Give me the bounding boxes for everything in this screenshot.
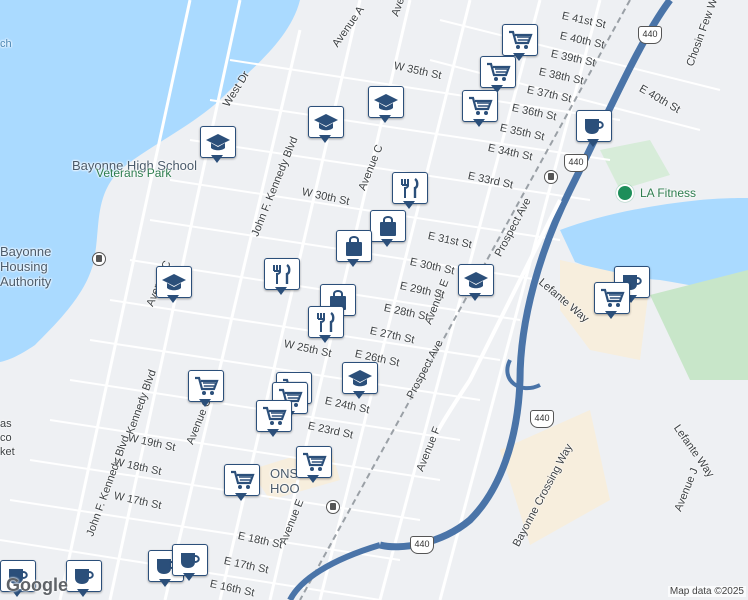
- cart-icon: [462, 90, 498, 122]
- route-440-shield: 440: [564, 154, 588, 172]
- transit-station-icon[interactable]: [544, 170, 558, 184]
- place-label-partial: ket: [0, 446, 15, 458]
- place-label-partial: co: [0, 432, 12, 444]
- fork-knife-icon: [308, 306, 344, 338]
- pin-pointer: [381, 239, 393, 247]
- pin-pointer: [587, 139, 599, 147]
- map-attribution[interactable]: Map data ©2025: [667, 586, 746, 597]
- place-label-partial: ONS: [270, 466, 299, 481]
- map-pin[interactable]: [370, 210, 406, 250]
- map-pin[interactable]: [368, 86, 404, 126]
- fork-knife-icon: [392, 172, 428, 204]
- pin-pointer: [605, 311, 617, 319]
- pin-pointer: [473, 119, 485, 127]
- place-label-housing-authority[interactable]: Bayonne Housing Authority: [0, 244, 90, 289]
- pin-pointer: [267, 429, 279, 437]
- graduation-cap-icon: [156, 266, 192, 298]
- graduation-cap-icon: [342, 362, 378, 394]
- map-pin[interactable]: [336, 230, 372, 270]
- map-pin[interactable]: [462, 90, 498, 130]
- map-canvas[interactable]: ch Bayonne High School Veterans Park Bay…: [0, 0, 748, 600]
- coffee-cup-icon: [172, 544, 208, 576]
- map-pin[interactable]: [224, 464, 260, 504]
- pin-pointer: [319, 135, 331, 143]
- pin-pointer: [183, 573, 195, 581]
- transit-station-icon[interactable]: [326, 500, 340, 514]
- graduation-cap-icon: [308, 106, 344, 138]
- pin-pointer: [167, 295, 179, 303]
- coffee-cup-icon: [576, 110, 612, 142]
- pin-pointer: [403, 201, 415, 209]
- map-pin[interactable]: [66, 560, 102, 600]
- map-pin[interactable]: [308, 106, 344, 146]
- route-440-shield: 440: [530, 410, 554, 428]
- coffee-cup-icon: [66, 560, 102, 592]
- pin-pointer: [77, 589, 89, 597]
- cart-icon: [188, 370, 224, 402]
- route-440-shield: 440: [638, 26, 662, 44]
- google-logo: Google: [6, 575, 68, 595]
- graduation-cap-icon: [458, 264, 494, 296]
- cart-icon: [224, 464, 260, 496]
- map-pin[interactable]: [156, 266, 192, 306]
- cart-icon: [502, 24, 538, 56]
- cart-icon: [480, 56, 516, 88]
- map-pin[interactable]: [256, 400, 292, 440]
- pin-pointer: [211, 155, 223, 163]
- fork-knife-icon: [264, 258, 300, 290]
- pin-pointer: [347, 259, 359, 267]
- la-fitness-marker-icon[interactable]: [616, 184, 634, 202]
- cart-icon: [594, 282, 630, 314]
- landmark-icon[interactable]: [92, 252, 106, 266]
- map-pin[interactable]: [458, 264, 494, 304]
- shopping-bag-icon: [336, 230, 372, 262]
- pin-pointer: [379, 115, 391, 123]
- map-pin[interactable]: [296, 446, 332, 486]
- place-label-partial: as: [0, 418, 12, 430]
- graduation-cap-icon: [200, 126, 236, 158]
- map-pin[interactable]: [576, 110, 612, 150]
- graduation-cap-icon: [368, 86, 404, 118]
- map-pin[interactable]: [594, 282, 630, 322]
- map-pin[interactable]: [308, 306, 344, 346]
- place-label-veterans-park[interactable]: Veterans Park: [96, 166, 171, 180]
- map-pin[interactable]: [200, 126, 236, 166]
- cart-icon: [296, 446, 332, 478]
- pin-pointer: [159, 579, 171, 587]
- shopping-bag-icon: [370, 210, 406, 242]
- map-pin[interactable]: [172, 544, 208, 584]
- route-440-shield: 440: [410, 536, 434, 554]
- pin-pointer: [275, 287, 287, 295]
- pin-pointer: [307, 475, 319, 483]
- map-pin[interactable]: [392, 172, 428, 212]
- pin-pointer: [235, 493, 247, 501]
- pin-pointer: [199, 399, 211, 407]
- pin-pointer: [469, 293, 481, 301]
- place-label-partial: ch: [0, 38, 12, 50]
- pin-pointer: [319, 335, 331, 343]
- map-pin[interactable]: [188, 370, 224, 410]
- place-label-la-fitness[interactable]: LA Fitness: [640, 186, 696, 200]
- map-pin[interactable]: [264, 258, 300, 298]
- cart-icon: [256, 400, 292, 432]
- map-pin[interactable]: [342, 362, 378, 402]
- pin-pointer: [353, 391, 365, 399]
